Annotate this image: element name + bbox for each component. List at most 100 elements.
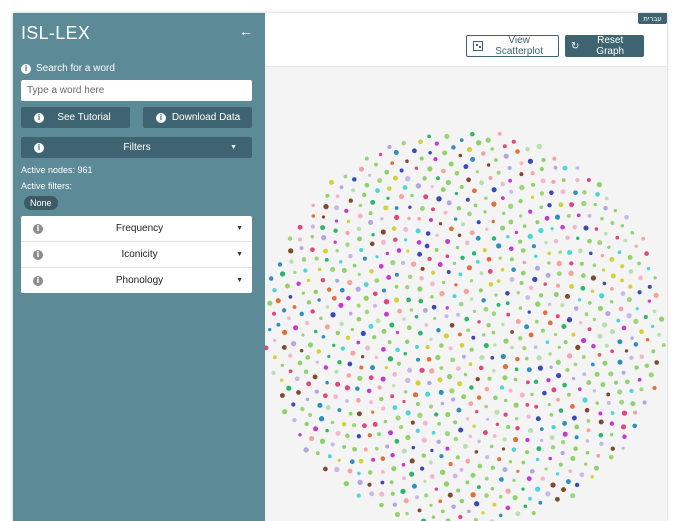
- graph-node[interactable]: [345, 399, 349, 403]
- graph-node[interactable]: [506, 312, 511, 317]
- graph-node[interactable]: [319, 316, 323, 321]
- graph-node[interactable]: [347, 468, 353, 474]
- graph-node[interactable]: [281, 329, 288, 336]
- graph-node[interactable]: [533, 379, 539, 385]
- graph-node[interactable]: [457, 381, 463, 387]
- graph-node[interactable]: [345, 433, 350, 439]
- graph-node[interactable]: [585, 450, 590, 455]
- graph-node[interactable]: [463, 372, 468, 377]
- graph-node[interactable]: [526, 414, 531, 419]
- graph-node[interactable]: [398, 424, 404, 430]
- graph-node[interactable]: [321, 215, 326, 219]
- download-data-button[interactable]: i Download Data: [143, 107, 252, 128]
- graph-node[interactable]: [364, 156, 369, 161]
- graph-node[interactable]: [518, 239, 523, 244]
- graph-node[interactable]: [515, 356, 520, 362]
- graph-node[interactable]: [406, 325, 412, 331]
- graph-node[interactable]: [469, 297, 474, 301]
- graph-node[interactable]: [579, 261, 584, 266]
- graph-node[interactable]: [500, 196, 505, 201]
- graph-node[interactable]: [535, 301, 541, 307]
- graph-node[interactable]: [351, 423, 357, 428]
- graph-node[interactable]: [387, 356, 394, 362]
- graph-node[interactable]: [364, 182, 370, 188]
- graph-node[interactable]: [371, 410, 375, 414]
- graph-node[interactable]: [365, 345, 371, 351]
- graph-node[interactable]: [419, 466, 425, 471]
- graph-node[interactable]: [528, 285, 534, 291]
- graph-node[interactable]: [426, 356, 432, 362]
- graph-node[interactable]: [616, 318, 621, 323]
- graph-node[interactable]: [483, 306, 489, 312]
- graph-node[interactable]: [598, 411, 603, 416]
- graph-node[interactable]: [478, 288, 483, 293]
- graph-node[interactable]: [529, 469, 535, 474]
- graph-node[interactable]: [460, 255, 465, 261]
- graph-node[interactable]: [415, 428, 420, 433]
- graph-node[interactable]: [294, 376, 300, 382]
- graph-node[interactable]: [508, 178, 512, 183]
- filter-frequency[interactable]: i Frequency ▼: [21, 216, 252, 242]
- graph-node[interactable]: [330, 420, 335, 425]
- graph-node[interactable]: [603, 231, 608, 236]
- graph-node[interactable]: [429, 474, 435, 479]
- graph-node[interactable]: [499, 385, 505, 390]
- graph-node[interactable]: [458, 427, 464, 433]
- graph-node[interactable]: [372, 421, 378, 427]
- graph-node[interactable]: [319, 438, 326, 444]
- graph-node[interactable]: [550, 482, 556, 488]
- graph-node[interactable]: [362, 192, 367, 198]
- graph-node[interactable]: [657, 332, 662, 337]
- graph-node[interactable]: [558, 462, 563, 467]
- graph-node[interactable]: [406, 297, 411, 303]
- graph-node[interactable]: [584, 312, 589, 317]
- graph-node[interactable]: [350, 327, 355, 332]
- graph-node[interactable]: [555, 314, 560, 319]
- graph-node[interactable]: [405, 159, 409, 163]
- graph-node[interactable]: [547, 320, 553, 326]
- graph-node[interactable]: [498, 513, 503, 518]
- graph-node[interactable]: [356, 340, 361, 345]
- graph-node[interactable]: [360, 355, 365, 359]
- graph-node[interactable]: [445, 411, 451, 418]
- graph-node[interactable]: [438, 389, 444, 395]
- graph-node[interactable]: [595, 192, 600, 197]
- graph-node[interactable]: [405, 511, 409, 516]
- graph-node[interactable]: [268, 276, 274, 281]
- graph-node[interactable]: [630, 336, 634, 340]
- graph-node[interactable]: [461, 354, 466, 359]
- graph-node[interactable]: [624, 379, 630, 385]
- graph-node[interactable]: [358, 166, 365, 172]
- graph-node[interactable]: [539, 427, 544, 431]
- graph-node[interactable]: [424, 493, 429, 498]
- graph-node[interactable]: [411, 445, 416, 450]
- graph-node[interactable]: [380, 229, 386, 235]
- graph-node[interactable]: [476, 220, 481, 225]
- graph-node[interactable]: [500, 267, 505, 272]
- graph-node[interactable]: [379, 152, 383, 157]
- graph-node[interactable]: [335, 430, 341, 436]
- graph-node[interactable]: [408, 205, 412, 209]
- graph-node[interactable]: [482, 430, 488, 436]
- graph-node[interactable]: [601, 268, 606, 272]
- graph-node[interactable]: [627, 254, 633, 260]
- graph-node[interactable]: [475, 260, 480, 264]
- graph-node[interactable]: [502, 437, 507, 442]
- graph-node[interactable]: [593, 465, 600, 471]
- graph-node[interactable]: [547, 302, 552, 306]
- graph-node[interactable]: [371, 457, 376, 462]
- graph-node[interactable]: [373, 303, 377, 308]
- graph-node[interactable]: [271, 370, 276, 375]
- graph-node[interactable]: [423, 479, 427, 483]
- graph-node[interactable]: [403, 352, 407, 356]
- graph-node[interactable]: [356, 493, 361, 498]
- graph-node[interactable]: [534, 265, 541, 271]
- graph-node[interactable]: [545, 491, 551, 497]
- graph-node[interactable]: [393, 237, 398, 242]
- graph-node[interactable]: [609, 329, 616, 335]
- graph-node[interactable]: [502, 375, 508, 381]
- graph-node[interactable]: [503, 398, 508, 403]
- graph-node[interactable]: [586, 380, 592, 386]
- graph-node[interactable]: [531, 510, 536, 516]
- graph-node[interactable]: [505, 291, 510, 296]
